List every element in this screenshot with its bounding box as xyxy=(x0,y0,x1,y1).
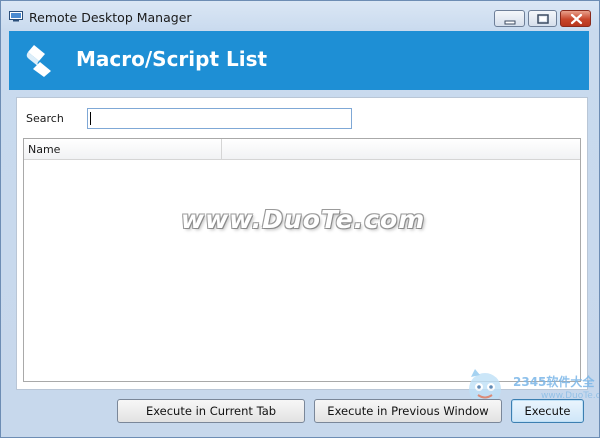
content-panel: Search Name xyxy=(16,97,588,390)
execute-button[interactable]: Execute xyxy=(511,399,584,423)
text-caret xyxy=(90,112,91,125)
minimize-icon xyxy=(504,20,516,25)
search-input[interactable] xyxy=(87,108,352,129)
minimize-button[interactable] xyxy=(494,10,525,27)
dialog-header: Macro/Script List xyxy=(9,31,589,90)
watermark-text: www.DuoTe.com xyxy=(181,205,426,234)
close-button[interactable] xyxy=(560,10,591,27)
maximize-icon xyxy=(537,14,549,24)
close-icon xyxy=(570,13,583,25)
maximize-button[interactable] xyxy=(528,10,557,27)
macro-list[interactable]: Name xyxy=(23,138,581,382)
search-label: Search xyxy=(26,112,64,125)
remote-desktop-icon xyxy=(9,11,23,22)
page-title: Macro/Script List xyxy=(76,47,268,71)
column-header-name[interactable]: Name xyxy=(24,139,222,159)
window-title: Remote Desktop Manager xyxy=(29,10,192,25)
app-window: Remote Desktop Manager Macro/Script List xyxy=(0,0,600,438)
column-header-name-label: Name xyxy=(28,143,61,156)
title-bar[interactable]: Remote Desktop Manager xyxy=(1,1,599,31)
list-header: Name xyxy=(24,139,580,160)
corner-logo-text: 2345软件大全 xyxy=(513,375,595,389)
execute-in-previous-window-button[interactable]: Execute in Previous Window xyxy=(314,399,502,423)
script-scroll-icon xyxy=(26,45,51,77)
column-header-empty[interactable] xyxy=(223,139,579,159)
execute-in-current-tab-button[interactable]: Execute in Current Tab xyxy=(117,399,305,423)
